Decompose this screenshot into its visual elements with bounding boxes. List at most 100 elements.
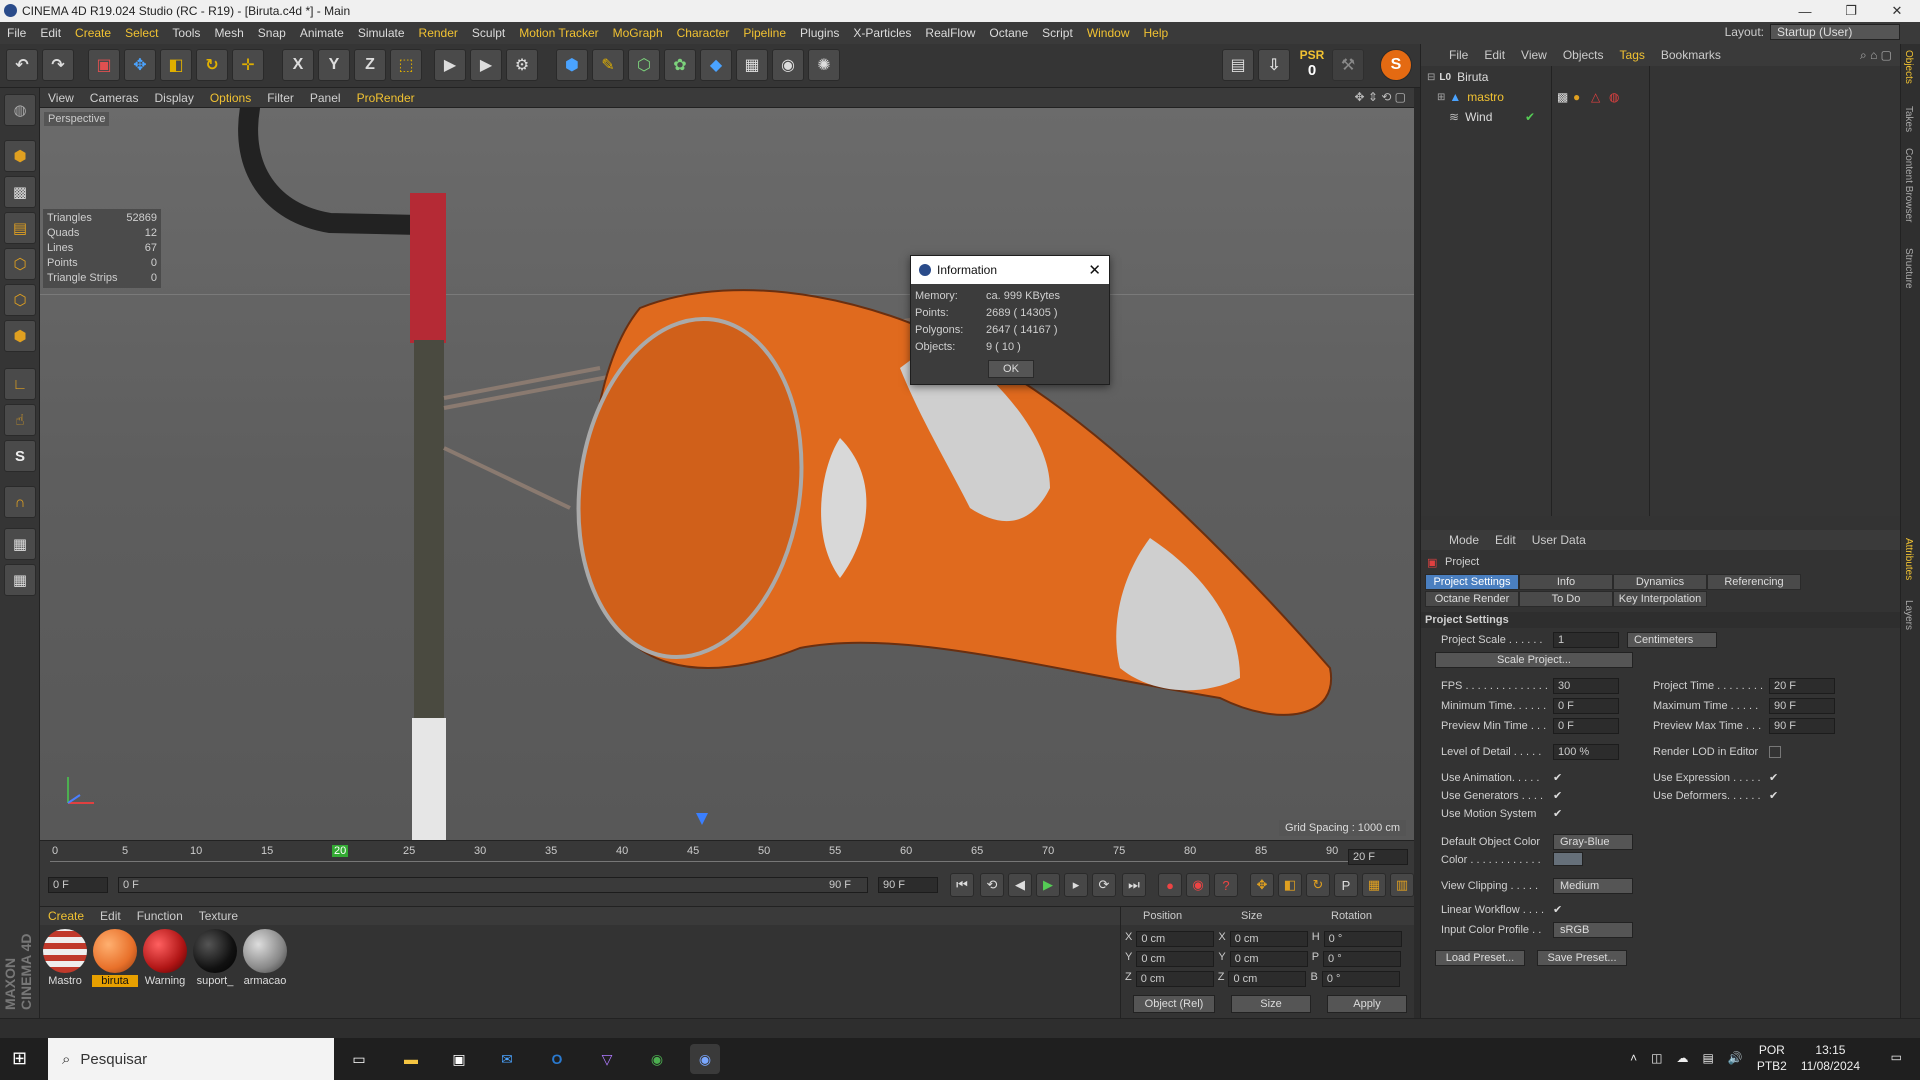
project-scale-unit-dropdown[interactable]: Centimeters xyxy=(1627,632,1717,648)
deformer-icon[interactable]: ◆ xyxy=(700,49,732,81)
snap-icon[interactable]: ∩ xyxy=(4,486,36,518)
autokey-icon[interactable]: ◉ xyxy=(1186,873,1210,897)
max-time-field[interactable]: 90 F xyxy=(1769,698,1835,714)
tray-chevron-icon[interactable]: ˄ xyxy=(1630,1051,1637,1065)
live-selection-icon[interactable]: ▣ xyxy=(88,49,120,81)
use-generators-checkbox[interactable]: ✔ xyxy=(1553,790,1565,802)
coord-size-mode-dropdown[interactable]: Size xyxy=(1231,995,1311,1013)
key-position-icon[interactable]: ✥ xyxy=(1250,873,1274,897)
psr-indicator[interactable]: PSR 0 xyxy=(1296,48,1328,82)
tag-icon[interactable]: ● xyxy=(1573,90,1580,104)
minimize-button[interactable]: — xyxy=(1782,0,1828,22)
go-to-start-icon[interactable]: ⏮ xyxy=(950,873,974,897)
project-time-field[interactable]: 20 F xyxy=(1769,678,1835,694)
preview-min-field[interactable]: 0 F xyxy=(1553,718,1619,734)
use-deformers-checkbox[interactable]: ✔ xyxy=(1769,790,1781,802)
input-color-profile-dropdown[interactable]: sRGB xyxy=(1553,922,1633,938)
model-mode-icon[interactable]: ⬢ xyxy=(4,140,36,172)
maximize-button[interactable]: ❐ xyxy=(1828,0,1874,22)
points-mode-icon[interactable]: ⬡ xyxy=(4,248,36,280)
menu-mesh[interactable]: Mesh xyxy=(207,26,250,40)
side-tab-takes[interactable]: Takes xyxy=(1903,106,1914,132)
menu-character[interactable]: Character xyxy=(670,26,737,40)
coord-rotation-field[interactable]: 0 ° xyxy=(1323,931,1402,947)
tray-camera-icon[interactable]: ◫ xyxy=(1651,1051,1662,1065)
use-expression-checkbox[interactable]: ✔ xyxy=(1769,772,1781,784)
expand-icon[interactable]: ⊟ xyxy=(1427,72,1435,83)
notifications-icon[interactable]: ▭ xyxy=(1891,1050,1902,1064)
min-time-field[interactable]: 0 F xyxy=(1553,698,1619,714)
tweak-mode-icon[interactable]: ☝ xyxy=(4,404,36,436)
side-tab-attributes[interactable]: Attributes xyxy=(1903,538,1914,580)
texture-tag-icon[interactable]: ▩ xyxy=(1557,90,1568,104)
current-time-field[interactable]: 20 F xyxy=(1348,849,1408,865)
menu-window[interactable]: Window xyxy=(1080,26,1137,40)
y-axis-icon[interactable]: Y xyxy=(318,49,350,81)
key-scale-icon[interactable]: ◧ xyxy=(1278,873,1302,897)
next-frame-icon[interactable]: ▸ xyxy=(1064,873,1088,897)
prev-frame-icon[interactable]: ◀ xyxy=(1008,873,1032,897)
enabled-check-icon[interactable]: ✔ xyxy=(1525,110,1535,124)
menu-help[interactable]: Help xyxy=(1137,26,1176,40)
side-tab-objects[interactable]: Objects xyxy=(1903,50,1914,84)
menu-plugins[interactable]: Plugins xyxy=(793,26,846,40)
mat-menu-create[interactable]: Create xyxy=(40,909,92,923)
network-icon[interactable]: ▤ xyxy=(1703,1051,1714,1065)
light-icon[interactable]: ✺ xyxy=(808,49,840,81)
material-item[interactable]: biruta xyxy=(92,929,138,987)
key-pla-icon[interactable]: ▦ xyxy=(1362,873,1386,897)
keyframe-selection-icon[interactable]: ? xyxy=(1214,873,1238,897)
workplane-icon[interactable]: ▤ xyxy=(4,212,36,244)
pen-icon[interactable]: ✎ xyxy=(592,49,624,81)
mat-menu-texture[interactable]: Texture xyxy=(191,909,246,923)
vp-menu-prorender[interactable]: ProRender xyxy=(349,91,423,105)
side-tab-structure[interactable]: Structure xyxy=(1903,248,1914,289)
fps-field[interactable]: 30 xyxy=(1553,678,1619,694)
use-motion-system-checkbox[interactable]: ✔ xyxy=(1553,808,1565,820)
coord-position-field[interactable]: 0 cm xyxy=(1136,951,1215,967)
lock-workplane-icon[interactable]: ▦ xyxy=(4,528,36,560)
outlook-icon[interactable]: O xyxy=(542,1044,572,1074)
coord-rotation-field[interactable]: 0 ° xyxy=(1323,951,1402,967)
rotate-icon[interactable]: ↻ xyxy=(196,49,228,81)
menu-simulate[interactable]: Simulate xyxy=(351,26,412,40)
menu-x-particles[interactable]: X-Particles xyxy=(846,26,918,40)
play-icon[interactable]: ▶ xyxy=(1036,873,1060,897)
menu-file[interactable]: File xyxy=(0,26,33,40)
object-row[interactable]: ⊟ L0 Biruta xyxy=(1421,68,1901,86)
object-row[interactable]: ≋ Wind ✔ xyxy=(1421,108,1901,126)
lod-field[interactable]: 100 % xyxy=(1553,744,1619,760)
tab-octane-render[interactable]: Octane Render xyxy=(1425,591,1519,607)
mail-icon[interactable]: ✉ xyxy=(492,1044,522,1074)
s-plugin-icon[interactable]: S xyxy=(1380,49,1412,81)
tab-key-interpolation[interactable]: Key Interpolation xyxy=(1613,591,1707,607)
menu-animate[interactable]: Animate xyxy=(293,26,351,40)
tab-project-settings[interactable]: Project Settings xyxy=(1425,574,1519,590)
planar-workplane-icon[interactable]: ▦ xyxy=(4,564,36,596)
menu-edit[interactable]: Edit xyxy=(33,26,68,40)
edges-mode-icon[interactable]: ⬡ xyxy=(4,284,36,316)
disabled-tool-icon[interactable]: ⚒ xyxy=(1332,49,1364,81)
menu-motion-tracker[interactable]: Motion Tracker xyxy=(512,26,605,40)
move-icon[interactable]: ✥ xyxy=(124,49,156,81)
material-item[interactable]: Warning xyxy=(142,929,188,987)
render-view-icon[interactable]: ▶ xyxy=(434,49,466,81)
menu-realflow[interactable]: RealFlow xyxy=(918,26,982,40)
solo-icon[interactable]: S xyxy=(4,440,36,472)
scale-project-button[interactable]: Scale Project... xyxy=(1435,652,1633,668)
material-item[interactable]: Mastro xyxy=(42,929,88,987)
obj-menu-file[interactable]: File xyxy=(1441,48,1476,62)
timeline-icon[interactable]: ▤ xyxy=(1222,49,1254,81)
menu-mograph[interactable]: MoGraph xyxy=(606,26,670,40)
scale-icon[interactable]: ◧ xyxy=(160,49,192,81)
obj-menu-view[interactable]: View xyxy=(1513,48,1555,62)
obj-menu-objects[interactable]: Objects xyxy=(1555,48,1612,62)
coord-size-field[interactable]: 0 cm xyxy=(1228,971,1307,987)
clock[interactable]: 13:15 11/08/2024 xyxy=(1801,1042,1860,1074)
material-tag-icon[interactable]: ◍ xyxy=(1609,90,1619,104)
coord-size-field[interactable]: 0 cm xyxy=(1229,931,1308,947)
vp-menu-filter[interactable]: Filter xyxy=(259,91,302,105)
windows-start-icon[interactable]: ⊞ xyxy=(12,1048,27,1069)
project-scale-field[interactable]: 1 xyxy=(1553,632,1619,648)
record-icon[interactable]: ● xyxy=(1158,873,1182,897)
